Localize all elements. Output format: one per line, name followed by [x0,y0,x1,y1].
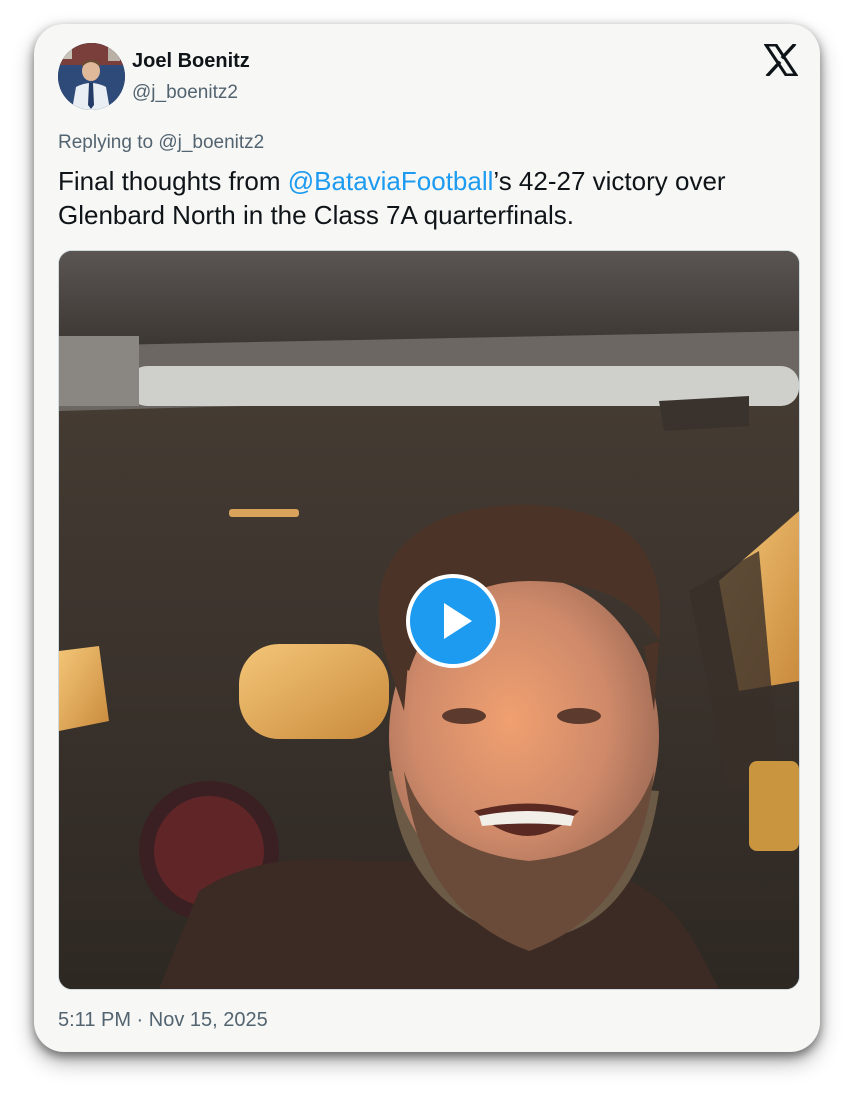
mention-link[interactable]: @BataviaFootball [288,166,494,196]
x-logo-icon[interactable] [763,42,799,78]
profile-photo [58,43,125,110]
author-name[interactable]: Joel Boenitz [132,50,250,73]
timestamp[interactable]: 5:11 PM · Nov 15, 2025 [58,1009,268,1032]
tweet-card: Joel Boenitz @j_boenitz2 Replying to @j_… [34,24,820,1052]
reply-prefix: Replying to [58,132,159,153]
reply-handle-link[interactable]: @j_boenitz2 [158,132,264,153]
video-player[interactable] [58,250,800,990]
author-handle[interactable]: @j_boenitz2 [132,82,238,104]
tweet-text: Final thoughts from @BataviaFootball’s 4… [58,164,808,232]
reply-context: Replying to @j_boenitz2 [58,132,264,154]
play-icon [444,603,472,639]
play-button[interactable] [406,574,500,668]
author-avatar[interactable] [58,43,125,110]
tweet-text-start: Final thoughts from [58,166,288,196]
